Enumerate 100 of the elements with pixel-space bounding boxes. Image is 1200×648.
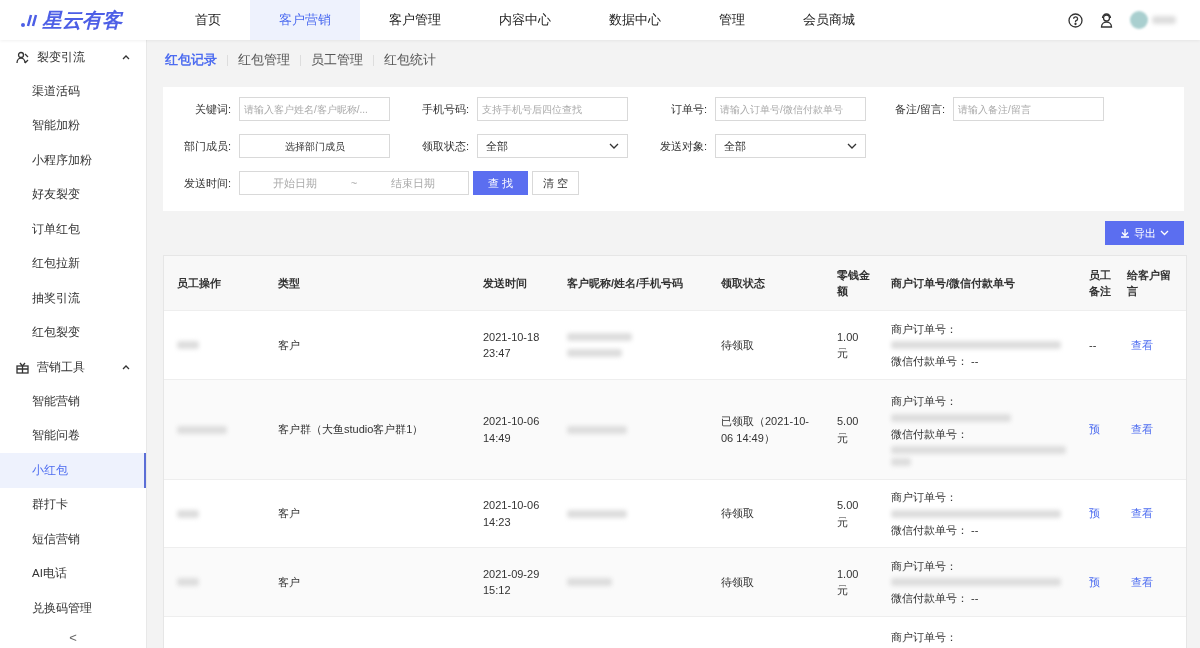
preview-link[interactable]: 预 (1089, 505, 1100, 522)
text-field[interactable]: 请输入客户姓名/客户昵称/... (239, 97, 390, 121)
filter-label: 关键词: (193, 101, 232, 117)
clear-button[interactable]: 清 空 (532, 171, 580, 195)
claim-status: 待领取 (721, 337, 755, 353)
blurred-staff-name (177, 425, 227, 434)
view-link[interactable]: 查看 (1131, 505, 1153, 522)
user-icon (1099, 12, 1114, 28)
sidebar-item[interactable]: 订单红包 (0, 212, 146, 247)
column-header: 给客户留言 (1127, 267, 1172, 299)
amount: 1.00 元 (837, 329, 860, 361)
avatar (1130, 11, 1148, 29)
amount: 5.00 元 (837, 414, 860, 446)
order-label: 商户订单号： (891, 321, 958, 337)
sidebar-item[interactable]: 智能营销 (0, 384, 146, 419)
nav-tab[interactable]: 管理 (690, 0, 774, 40)
dropdown[interactable]: 全部 (477, 134, 628, 158)
nav-tab[interactable]: 客户管理 (360, 0, 470, 40)
nav-tab[interactable]: 首页 (166, 0, 250, 40)
filter-label: 部门成员: (182, 138, 232, 154)
blurred-pay-number (891, 458, 911, 466)
text-field[interactable]: 请输入订单号/微信付款单号 (715, 97, 866, 121)
dropdown-value: 全部 (486, 138, 508, 154)
sidebar-item[interactable]: 红包拉新 (0, 246, 146, 281)
sidebar-item[interactable]: 渠道活码 (0, 74, 146, 109)
send-time: 2021-10-18 23:47 (483, 329, 541, 361)
sidebar-item[interactable]: 兑换码管理 (0, 591, 146, 626)
sub-tab[interactable]: 员工管理 (301, 50, 373, 70)
column-header: 零钱金额 (837, 267, 871, 299)
claim-status: 已领取（2021-10-06 14:49） (721, 414, 811, 446)
dropdown-value: 全部 (724, 138, 746, 154)
filter-label: 发送对象: (658, 138, 708, 154)
nav-tab[interactable]: 数据中心 (580, 0, 690, 40)
sidebar-item[interactable]: 群打卡 (0, 487, 146, 522)
sidebar-item[interactable]: 好友裂变 (0, 177, 146, 212)
start-date: 开始日期 (272, 175, 319, 191)
claim-status: 待领取 (721, 574, 755, 590)
column-header: 员工操作 (177, 275, 221, 291)
view-link[interactable]: 查看 (1131, 336, 1153, 354)
nav-tab[interactable]: 客户营销 (250, 0, 360, 40)
sidebar-item[interactable]: 红包裂变 (0, 315, 146, 350)
note-text: -- (1089, 337, 1097, 353)
brand-name: 星云有客 (42, 8, 122, 33)
blurred-staff-name (177, 578, 199, 586)
text-field[interactable]: 支持手机号后四位查找 (477, 97, 628, 121)
blurred-staff-name (177, 509, 199, 518)
order-label: 商户订单号： (891, 490, 958, 505)
sub-tab[interactable]: 红包统计 (374, 50, 446, 70)
send-time: 2021-09-29 15:12 (483, 566, 541, 598)
sub-tab[interactable]: 红包管理 (228, 50, 300, 70)
sidebar-item[interactable]: AI电话 (0, 556, 146, 591)
gift-icon (16, 360, 29, 374)
wechat-label: 微信付款单号： (891, 426, 969, 442)
blurred-customer (567, 349, 622, 357)
claim-status: 待领取 (721, 506, 755, 522)
sidebar-item[interactable]: 小程序加粉 (0, 143, 146, 178)
range-separator: ~ (350, 175, 358, 191)
view-link[interactable]: 查看 (1131, 573, 1153, 591)
wechat-pay-number: 微信付款单号： -- (891, 591, 980, 606)
column-header: 商户订单号/微信付款单号 (891, 275, 1016, 291)
blurred-username (1152, 16, 1176, 24)
sidebar-item[interactable]: 智能问卷 (0, 418, 146, 453)
view-link[interactable]: 查看 (1131, 421, 1153, 438)
column-header: 发送时间 (483, 275, 527, 291)
filter-label: 备注/留言: (893, 101, 946, 117)
preview-link[interactable]: 预 (1089, 421, 1100, 438)
sub-tab[interactable]: 红包记录 (163, 50, 227, 70)
people-icon (16, 50, 29, 64)
nav-tab[interactable]: 内容中心 (470, 0, 580, 40)
wechat-pay-number: 微信付款单号： -- (891, 522, 980, 538)
dropdown[interactable]: 全部 (715, 134, 866, 158)
sidebar-group-title: 营销工具 (37, 359, 85, 376)
nav-tab[interactable]: 会员商城 (774, 0, 884, 40)
export-button[interactable]: 导出 (1105, 221, 1184, 245)
filter-label: 领取状态: (420, 138, 470, 154)
column-header: 类型 (278, 275, 300, 291)
type-text: 客户群（大鱼studio客户群1） (278, 422, 424, 438)
blurred-customer (567, 425, 627, 434)
member-picker[interactable]: 选择部门成员 (239, 134, 390, 158)
chevron-down-icon (609, 143, 619, 149)
sidebar-item[interactable]: 抽奖引流 (0, 281, 146, 316)
type-text: 客户 (278, 506, 300, 522)
text-field[interactable]: 请输入备注/留言 (953, 97, 1104, 121)
blurred-customer (567, 509, 627, 518)
sidebar-item[interactable]: 小红包 (0, 453, 146, 488)
preview-link[interactable]: 预 (1089, 573, 1100, 591)
sidebar-item[interactable]: 智能加粉 (0, 108, 146, 143)
order-label: 商户订单号： (891, 630, 957, 645)
filter-label: 发送时间: (182, 175, 232, 191)
help-icon (1068, 12, 1083, 28)
type-text: 客户 (278, 574, 300, 590)
column-header: 客户昵称/姓名/手机号码 (567, 275, 684, 291)
search-button[interactable]: 查 找 (473, 171, 529, 195)
collapse-button[interactable]: < (0, 625, 146, 647)
logo-icon (20, 12, 38, 28)
amount: 5.00 元 (837, 498, 860, 530)
order-label: 商户订单号： (891, 558, 958, 574)
sidebar-item[interactable]: 短信营销 (0, 522, 146, 557)
type-text: 客户 (278, 337, 300, 353)
send-time: 2021-10-06 14:23 (483, 498, 541, 530)
